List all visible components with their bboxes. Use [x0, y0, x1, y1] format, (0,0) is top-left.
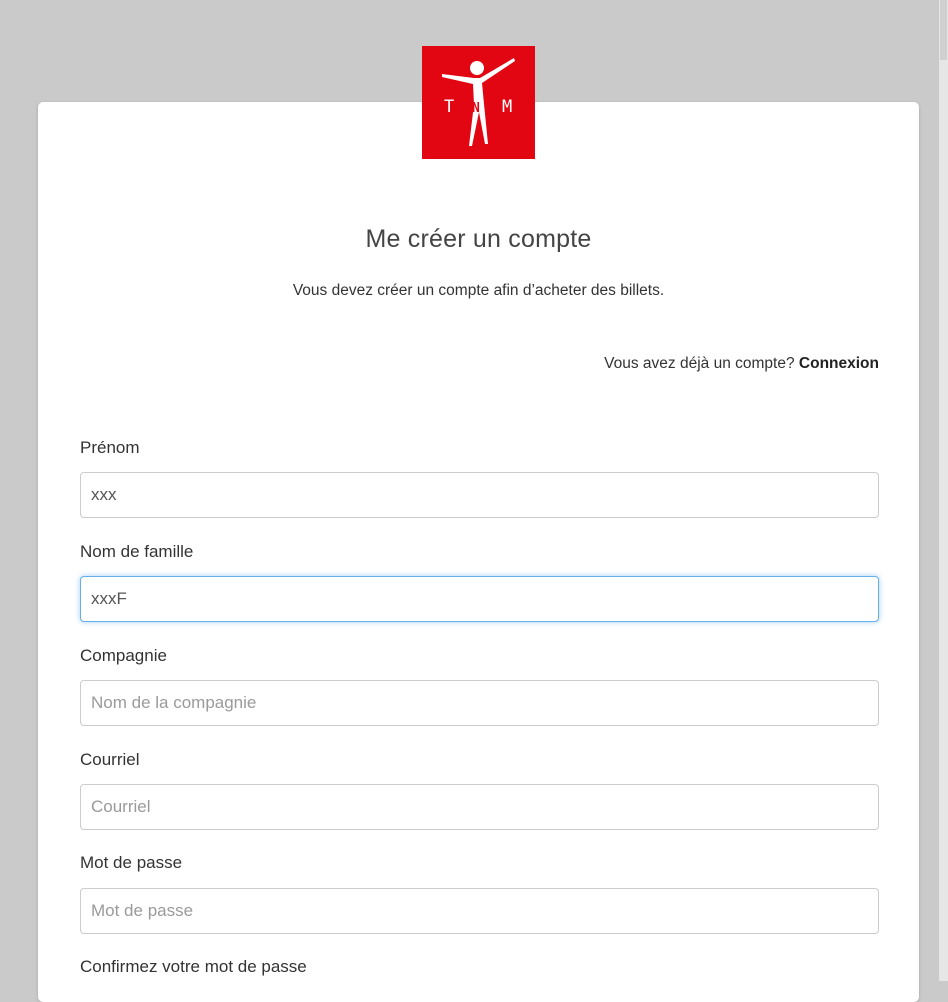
logo-letter-m: M: [502, 97, 512, 117]
tnm-logo: T N M: [422, 46, 535, 159]
page-title: Me créer un compte: [365, 225, 592, 253]
login-link[interactable]: Connexion: [799, 355, 879, 372]
company-label: Compagnie: [80, 646, 167, 665]
last-name-label: Nom de famille: [80, 542, 194, 561]
confirm-password-label: Confirmez votre mot de passe: [80, 957, 307, 976]
last-name-input[interactable]: [80, 576, 879, 622]
password-input[interactable]: [80, 888, 879, 934]
first-name-input[interactable]: [80, 472, 879, 518]
first-name-label: Prénom: [80, 438, 140, 457]
email-label: Courriel: [80, 750, 140, 769]
scrollbar-thumb[interactable]: [940, 0, 947, 60]
password-label: Mot de passe: [80, 853, 183, 872]
login-prompt-line: Vous avez déjà un compte? Connexion: [604, 355, 879, 373]
page-scrollbar[interactable]: [939, 0, 948, 981]
page-subtitle: Vous devez créer un compte afin d’achete…: [292, 282, 665, 299]
dancer-figure-icon: T N M: [442, 58, 515, 146]
email-input[interactable]: [80, 784, 879, 830]
login-prompt-text: Vous avez déjà un compte?: [604, 355, 799, 372]
logo-letter-t: T: [444, 97, 454, 117]
company-input[interactable]: [80, 680, 879, 726]
logo-letter-n: N: [472, 101, 480, 116]
